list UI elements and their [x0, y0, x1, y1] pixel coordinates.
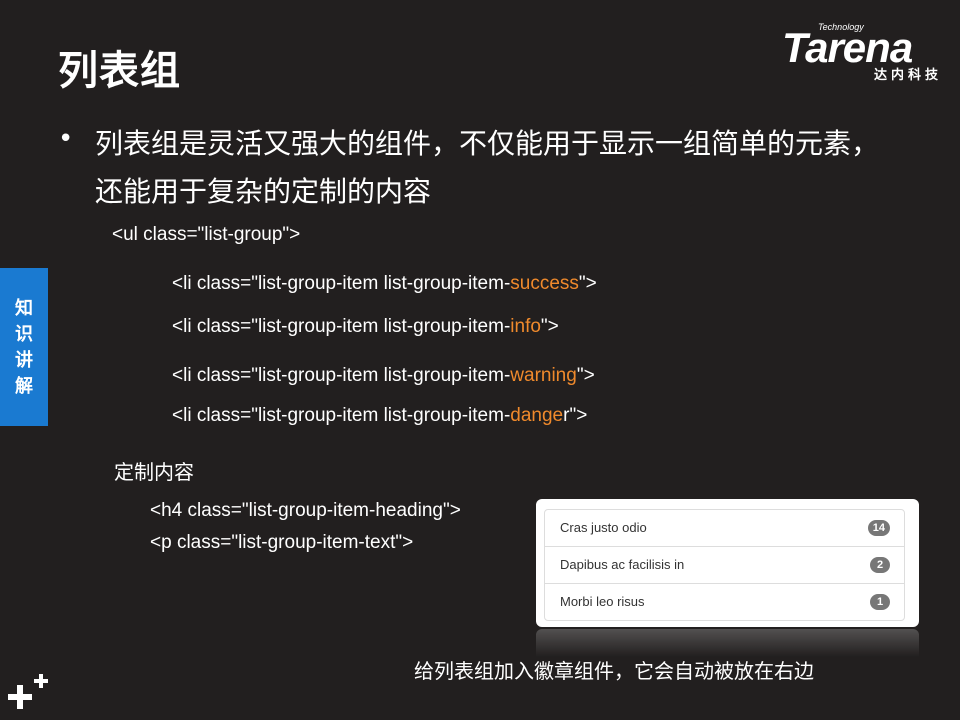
side-tab-label: 知识讲解: [0, 296, 48, 400]
code-highlight: success: [510, 273, 579, 294]
code-prefix: <li class="list-group-item list-group-it…: [172, 273, 511, 294]
logo-cn: 达内科技: [873, 68, 942, 83]
code-li-success: <li class="list-group-item list-group-it…: [172, 273, 597, 295]
code-suffix: ">: [576, 365, 595, 386]
side-tab-char: 解: [15, 376, 33, 397]
code-prefix: <li class="list-group-item list-group-it…: [172, 365, 511, 386]
badge: 14: [867, 520, 890, 536]
badge: 2: [870, 557, 890, 573]
list-item-text: Dapibus ac facilisis in: [560, 557, 685, 572]
logo-tagline: Technology: [818, 22, 864, 32]
code-li-info: <li class="list-group-item list-group-it…: [172, 316, 559, 338]
demo-panel: Cras justo odio 14 Dapibus ac facilisis …: [536, 499, 919, 627]
code-highlight: info: [510, 316, 541, 337]
side-tab: 知识讲解: [0, 268, 48, 426]
side-tab-char: 知: [15, 298, 33, 319]
slide-title: 列表组: [58, 48, 181, 94]
code-prefix: <li class="list-group-item list-group-it…: [172, 405, 511, 426]
code-li-danger: <li class="list-group-item list-group-it…: [172, 405, 587, 427]
code-p-line: <p class="list-group-item-text">: [150, 532, 414, 553]
list-item-text: Cras justo odio: [560, 520, 647, 535]
code-highlight: dange: [510, 405, 564, 426]
code-suffix: r">: [563, 405, 588, 426]
side-tab-char: 讲: [15, 350, 33, 371]
demo-list-group: Cras justo odio 14 Dapibus ac facilisis …: [544, 509, 905, 621]
tarena-logo: Tarena Technology 达内科技: [780, 22, 948, 84]
list-item: Cras justo odio 14: [545, 510, 904, 546]
list-item: Morbi leo risus 1: [545, 583, 904, 620]
code-highlight: warning: [510, 365, 577, 386]
code-h4-line: <h4 class="list-group-item-heading">: [150, 500, 461, 521]
code-suffix: ">: [540, 316, 559, 337]
code-li-warning: <li class="list-group-item list-group-it…: [172, 365, 595, 387]
code-prefix: <li class="list-group-item list-group-it…: [172, 316, 511, 337]
caption: 给列表组加入徽章组件，它会自动被放在右边: [414, 659, 814, 683]
panel-reflection: [536, 629, 919, 657]
bullet-dot: •: [58, 124, 74, 154]
code-suffix: ">: [578, 273, 597, 294]
plus-icon: [8, 674, 48, 709]
side-tab-char: 识: [15, 324, 33, 345]
section-label: 定制内容: [114, 460, 194, 484]
badge: 1: [870, 594, 890, 610]
code-ul-line: <ul class="list-group">: [112, 224, 301, 245]
list-item: Dapibus ac facilisis in 2: [545, 546, 904, 583]
list-item-text: Morbi leo risus: [560, 594, 645, 609]
bullet-text: 列表组是灵活又强大的组件，不仅能用于显示一组简单的元素，还能用于复杂的定制的内容: [95, 127, 880, 208]
